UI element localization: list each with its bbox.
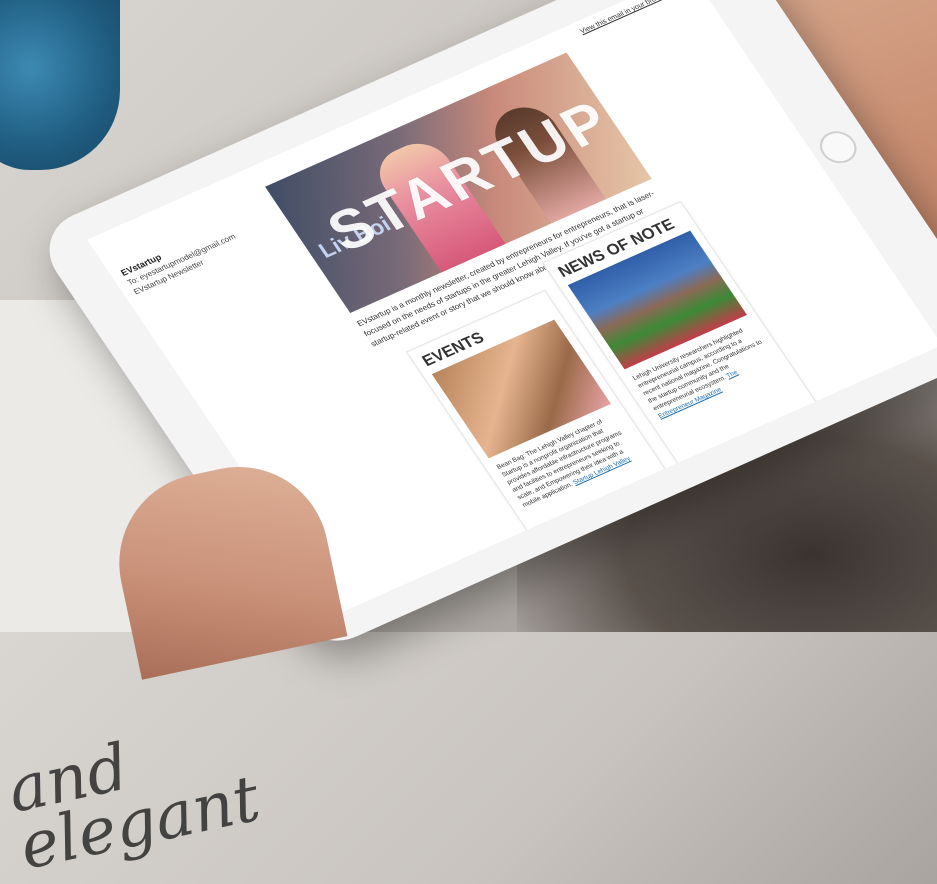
- view-in-browser-link[interactable]: View this email in your browser: [579, 0, 671, 35]
- background-script: and elegant: [1, 730, 266, 884]
- email-to: To: eyestartupmodel@gmail.com: [125, 232, 238, 288]
- email-header: EVstartup To: eyestartupmodel@gmail.com …: [119, 208, 275, 297]
- background-cup: [0, 0, 120, 170]
- home-button[interactable]: [813, 125, 864, 169]
